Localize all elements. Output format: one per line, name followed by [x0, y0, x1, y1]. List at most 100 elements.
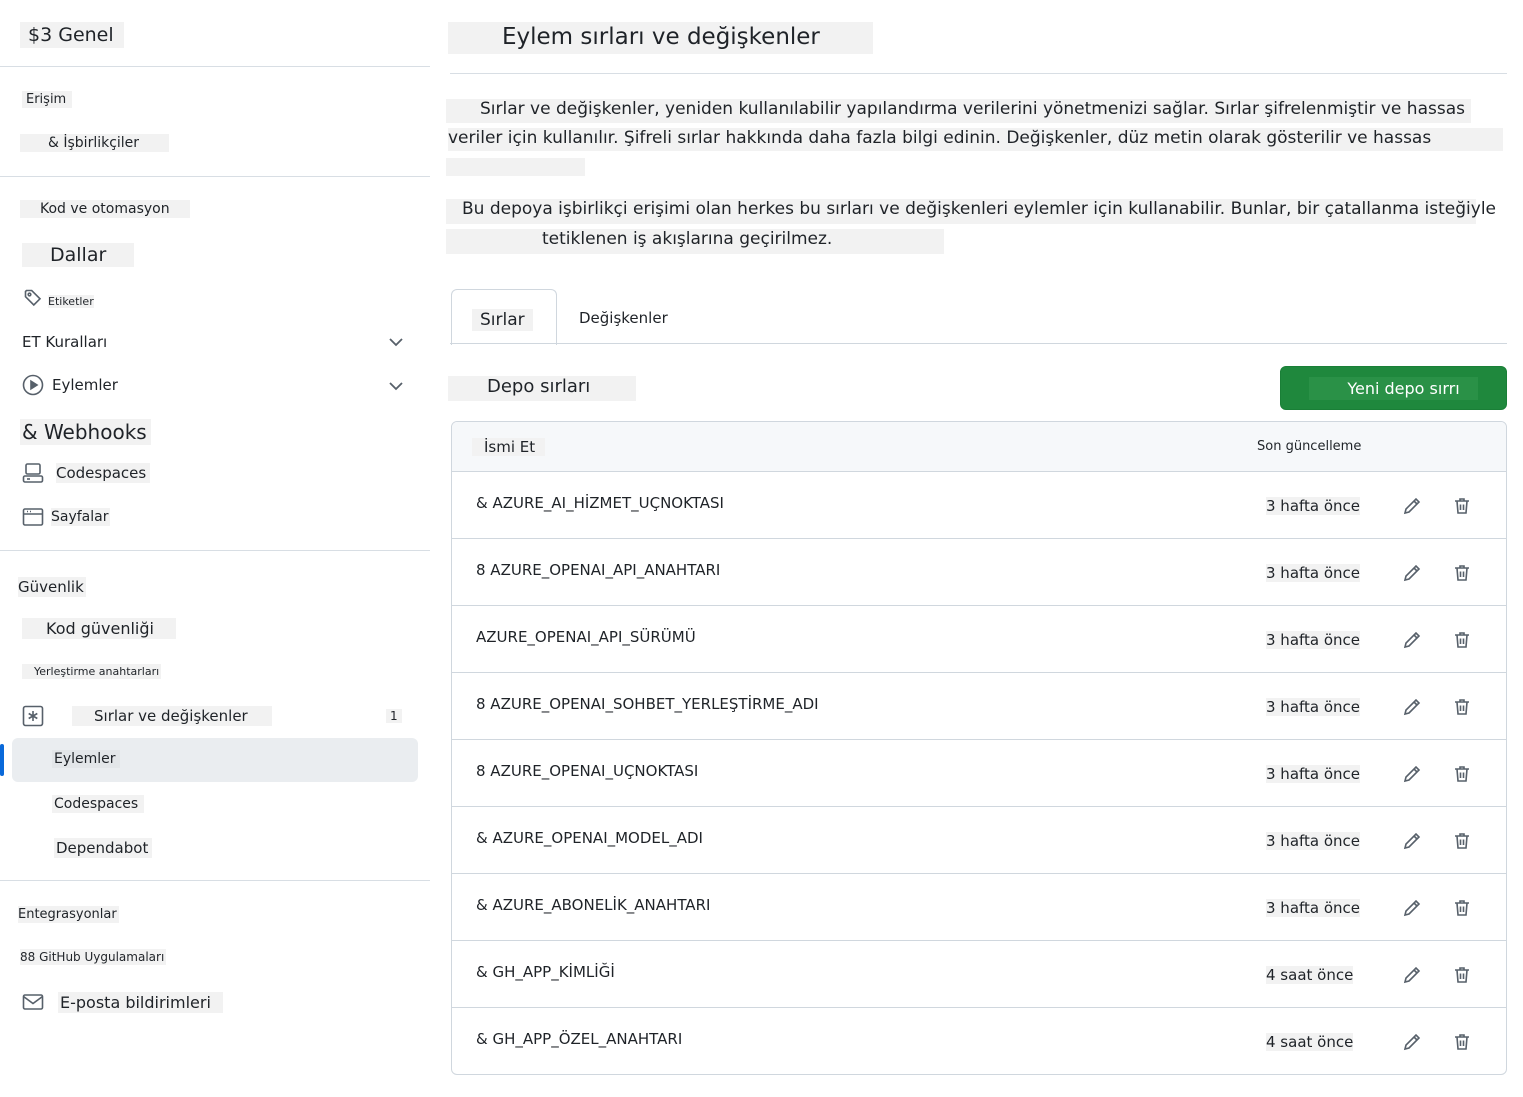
- sidebar-divider: [0, 550, 430, 551]
- secret-updated: 3 hafta önce: [1266, 497, 1361, 515]
- pencil-icon[interactable]: [1398, 961, 1426, 989]
- trash-icon[interactable]: [1448, 894, 1476, 922]
- sidebar-item-github-apps[interactable]: 88 GitHub Uygulamaları: [20, 949, 167, 965]
- secret-name: 8 AZURE_OPENAI_API_ANAHTARI: [476, 561, 721, 579]
- play-icon: [22, 374, 44, 396]
- trash-icon[interactable]: [1448, 693, 1476, 721]
- secret-name: AZURE_OPENAI_API_SÜRÜMÜ: [476, 628, 696, 646]
- pencil-icon[interactable]: [1398, 1028, 1426, 1056]
- asterisk-icon: [22, 705, 44, 727]
- sidebar-item-rules[interactable]: ET Kuralları: [22, 333, 107, 351]
- sidebar-item-secrets-variables[interactable]: Sırlar ve değişkenler: [22, 705, 272, 727]
- chevron-down-icon[interactable]: [387, 377, 405, 395]
- sidebar-divider: [0, 880, 430, 881]
- codespaces-icon: [22, 462, 44, 484]
- secret-updated: 4 saat önce: [1266, 1033, 1354, 1051]
- sidebar-item-tags[interactable]: Etiketler: [22, 287, 94, 309]
- column-header-name: İsmi Et: [472, 438, 546, 456]
- secrets-count-badge: 1: [386, 709, 402, 723]
- mail-icon: [22, 991, 44, 1013]
- pencil-icon[interactable]: [1398, 827, 1426, 855]
- pencil-icon[interactable]: [1398, 894, 1426, 922]
- browser-icon: [22, 506, 44, 528]
- sidebar-heading-code-automation: Kod ve otomasyon: [20, 200, 190, 218]
- table-row: & GH_APP_KİMLİĞİ 4 saat önce: [452, 941, 1506, 1008]
- description-truncated-line: [446, 158, 585, 176]
- trash-icon[interactable]: [1448, 961, 1476, 989]
- table-row: & AZURE_OPENAI_MODEL_ADI 3 hafta önce: [452, 807, 1506, 874]
- sidebar-item-label: Eylemler: [52, 376, 118, 394]
- sidebar-item-code-security[interactable]: Kod güvenliği: [22, 618, 176, 639]
- tab-variables[interactable]: Değişkenler: [579, 309, 668, 327]
- table-row: 8 AZURE_OPENAI_API_ANAHTARI 3 hafta önce: [452, 539, 1506, 606]
- secret-updated: 3 hafta önce: [1266, 564, 1361, 582]
- pencil-icon[interactable]: [1398, 559, 1426, 587]
- page-title: Eylem sırları ve değişkenler: [448, 22, 873, 54]
- secret-updated: 3 hafta önce: [1266, 765, 1361, 783]
- new-repository-secret-button[interactable]: Yeni depo sırrı: [1280, 366, 1507, 410]
- secret-name: 8 AZURE_OPENAI_SOHBET_YERLEŞTİRME_ADI: [476, 695, 819, 713]
- button-label: Yeni depo sırrı: [1309, 376, 1478, 400]
- sidebar-item-collaborators[interactable]: & İşbirlikçiler: [20, 134, 170, 152]
- sidebar-item-pages[interactable]: Sayfalar: [22, 506, 111, 528]
- sidebar-item-email-notifications[interactable]: E-posta bildirimleri: [22, 991, 223, 1013]
- table-row: & AZURE_ABONELİK_ANAHTARI 3 hafta önce: [452, 874, 1506, 941]
- sidebar-item-codespaces[interactable]: Codespaces: [22, 462, 151, 484]
- description-line: tetiklenen iş akışlarına geçirilmez.: [446, 229, 944, 254]
- sidebar-heading-security: Güvenlik: [18, 577, 86, 597]
- table-header: İsmi Et Son güncelleme: [452, 422, 1506, 472]
- sidebar-item-webhooks[interactable]: & Webhooks: [20, 419, 151, 445]
- table-row: 8 AZURE_OPENAI_SOHBET_YERLEŞTİRME_ADI 3 …: [452, 673, 1506, 740]
- sidebar-item-label: Etiketler: [48, 294, 94, 308]
- secret-updated: 4 saat önce: [1266, 966, 1354, 984]
- secret-name: & GH_APP_KİMLİĞİ: [476, 963, 615, 981]
- sidebar-item-label: Sayfalar: [51, 508, 111, 526]
- pencil-icon[interactable]: [1398, 626, 1426, 654]
- tab-secrets-label[interactable]: Sırlar: [472, 309, 533, 331]
- sidebar-item-branches[interactable]: Dallar: [22, 243, 135, 267]
- secret-name: & AZURE_AI_HİZMET_UÇNOKTASI: [476, 494, 724, 512]
- pencil-icon[interactable]: [1398, 693, 1426, 721]
- secrets-table: İsmi Et Son güncelleme & AZURE_AI_HİZMET…: [451, 421, 1507, 1075]
- trash-icon[interactable]: [1448, 760, 1476, 788]
- table-row: & AZURE_AI_HİZMET_UÇNOKTASI 3 hafta önce: [452, 472, 1506, 539]
- trash-icon[interactable]: [1448, 827, 1476, 855]
- secret-name: & AZURE_ABONELİK_ANAHTARI: [476, 896, 711, 914]
- sidebar-item-label: E-posta bildirimleri: [58, 991, 223, 1013]
- settings-sidebar: $3 Genel Erişim & İşbirlikçiler Kod ve o…: [0, 0, 430, 1097]
- sidebar-heading-access: Erişim: [22, 91, 73, 108]
- secret-updated: 3 hafta önce: [1266, 631, 1361, 649]
- sidebar-divider: [0, 66, 430, 67]
- sidebar-subitem-codespaces[interactable]: Codespaces: [52, 795, 145, 813]
- secret-updated: 3 hafta önce: [1266, 899, 1361, 917]
- pencil-icon[interactable]: [1398, 492, 1426, 520]
- sidebar-item-label: Codespaces: [56, 463, 151, 483]
- pencil-icon[interactable]: [1398, 760, 1426, 788]
- tabs-divider: [450, 343, 1507, 344]
- secret-name: 8 AZURE_OPENAI_UÇNOKTASI: [476, 762, 699, 780]
- secret-name: & GH_APP_ÖZEL_ANAHTARI: [476, 1030, 683, 1048]
- column-header-updated: Son güncelleme: [1257, 439, 1362, 454]
- sidebar-subitem-dependabot[interactable]: Dependabot: [54, 838, 153, 858]
- description-line: Bu depoya işbirlikçi erişimi olan herkes…: [446, 199, 1496, 224]
- table-row: & GH_APP_ÖZEL_ANAHTARI 4 saat önce: [452, 1008, 1506, 1074]
- title-divider: [450, 73, 1507, 74]
- sidebar-subitem-actions[interactable]: Eylemler: [52, 750, 120, 768]
- section-title: Depo sırları: [448, 376, 636, 401]
- sidebar-divider: [0, 176, 430, 177]
- trash-icon[interactable]: [1448, 626, 1476, 654]
- chevron-down-icon[interactable]: [387, 333, 405, 351]
- sidebar-item-deploy-keys[interactable]: Yerleştirme anahtarları: [22, 664, 162, 679]
- sidebar-item-actions[interactable]: Eylemler: [22, 374, 118, 396]
- tag-icon: [22, 287, 44, 309]
- trash-icon[interactable]: [1448, 1028, 1476, 1056]
- table-row: AZURE_OPENAI_API_SÜRÜMÜ 3 hafta önce: [452, 606, 1506, 673]
- sidebar-item-label: Sırlar ve değişkenler: [72, 706, 272, 726]
- secret-updated: 3 hafta önce: [1266, 832, 1361, 850]
- trash-icon[interactable]: [1448, 559, 1476, 587]
- description-line: veriler için kullanılır. Şifreli sırlar …: [448, 128, 1503, 151]
- active-indicator: [0, 744, 4, 776]
- trash-icon[interactable]: [1448, 492, 1476, 520]
- sidebar-title[interactable]: $3 Genel: [20, 22, 124, 48]
- description-line: Sırlar ve değişkenler, yeniden kullanıla…: [446, 99, 1471, 123]
